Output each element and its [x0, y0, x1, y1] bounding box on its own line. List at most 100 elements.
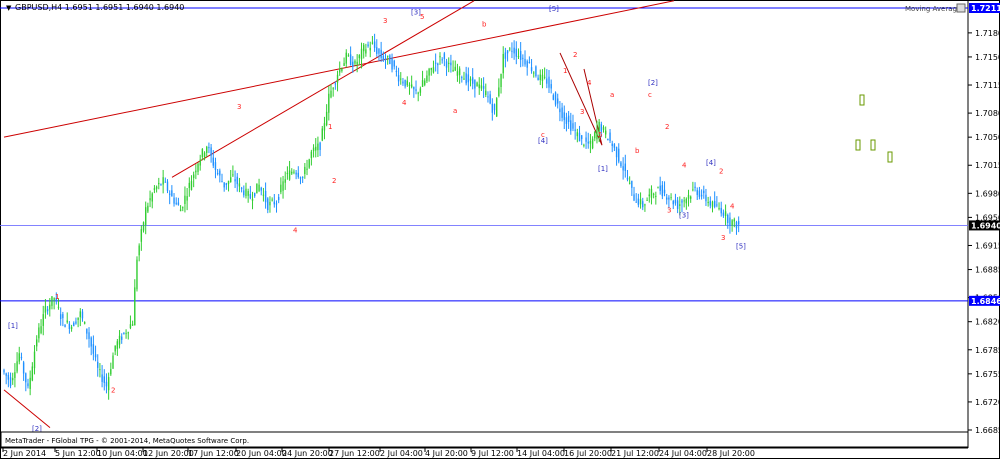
price-tag-label: 1.7211	[971, 4, 1000, 13]
candle-body	[5, 373, 7, 376]
candle-body	[339, 68, 341, 73]
candle-body	[720, 207, 722, 214]
candle-body	[517, 56, 520, 58]
price-tag-label: 1.6940	[971, 221, 1000, 230]
candle-body	[386, 55, 389, 57]
candle-body	[334, 83, 337, 85]
candle-body	[31, 366, 34, 381]
y-tick-label: 1.6785	[975, 346, 1000, 355]
candle-body	[426, 75, 428, 82]
candle-body	[64, 324, 66, 328]
candle-body	[46, 309, 49, 312]
candle-body	[424, 80, 426, 85]
candle-body	[29, 377, 31, 389]
candle-body	[472, 77, 474, 84]
candle-body	[585, 137, 587, 142]
candle-body	[16, 361, 18, 372]
candle-body	[258, 184, 260, 191]
candle-body	[9, 377, 12, 386]
candle-body	[319, 142, 321, 150]
candle-body	[114, 345, 116, 352]
candle-body	[668, 197, 670, 200]
candle-body	[293, 171, 295, 173]
candle-body	[373, 41, 376, 48]
wave-label: 3	[667, 207, 671, 215]
candle-body	[173, 197, 175, 204]
candle-body	[186, 196, 188, 201]
y-tick-label: 1.7080	[975, 109, 1000, 118]
candle-body	[463, 78, 465, 80]
candle-body	[646, 199, 648, 201]
chart-menu-icon: ▼	[6, 4, 12, 12]
candle-body	[441, 59, 443, 61]
dropdown-arrow-icon[interactable]	[956, 3, 966, 13]
wave-label: c	[648, 91, 652, 99]
candle-body	[550, 84, 552, 89]
candle-body	[134, 287, 136, 326]
candle-body	[105, 381, 108, 387]
candle-body	[679, 204, 681, 206]
candle-body	[345, 52, 347, 64]
candle-body	[125, 333, 127, 335]
candle-body	[123, 332, 125, 334]
wave-label: 4	[293, 227, 298, 235]
candle-body	[97, 361, 99, 368]
candle-body	[735, 222, 738, 229]
candle-body	[432, 67, 435, 73]
candle-body	[70, 327, 73, 329]
candle-body	[519, 51, 522, 60]
candle-body	[611, 143, 613, 146]
candle-body	[243, 190, 245, 196]
candle-body	[731, 220, 733, 226]
candle-body	[234, 179, 236, 182]
candle-body	[380, 49, 382, 58]
candle-body	[607, 138, 609, 141]
y-tick-label: 1.6820	[975, 318, 1000, 327]
candle-body	[219, 170, 221, 176]
candle-body	[92, 344, 95, 354]
candle-body	[332, 88, 334, 90]
candle-body	[376, 47, 378, 54]
x-tick-label: 9 Jul 12:00	[471, 449, 514, 458]
candle-body	[698, 190, 701, 197]
candle-body	[389, 55, 391, 65]
x-tick-label: 16 Jul 20:00	[564, 449, 612, 458]
candle-body	[543, 76, 546, 78]
price-chart[interactable]: 1.7180 1.7150 1.7115 1.7080 1.7050 1.7015 1.69…	[0, 0, 1000, 459]
candle-body	[192, 174, 195, 179]
candle-body	[609, 132, 611, 142]
x-tick-label: 5 Jun 12:00	[55, 449, 101, 458]
x-tick-label: 2 Jul 04:00	[380, 449, 423, 458]
candle-body	[663, 189, 666, 194]
wave-label: 5	[420, 13, 424, 21]
candle-body	[103, 376, 105, 383]
candle-body	[138, 245, 140, 256]
y-tick-label: 1.6915	[975, 241, 1000, 250]
candle-body	[718, 208, 720, 210]
candle-body	[116, 341, 119, 349]
candle-body	[674, 199, 677, 204]
candle-body	[400, 78, 402, 80]
candle-body	[118, 335, 121, 345]
candle-body	[145, 207, 147, 225]
wave-label: 4	[682, 162, 687, 170]
candle-body	[142, 222, 145, 231]
candle-body	[282, 181, 284, 191]
candle-body	[530, 67, 533, 72]
candle-body	[515, 48, 517, 57]
candle-body	[51, 296, 53, 306]
x-tick-label: 21 Jul 12:00	[611, 449, 659, 458]
candle-body	[487, 96, 489, 98]
candle-body	[709, 201, 712, 206]
candle-body	[221, 181, 223, 183]
candle-body	[502, 53, 504, 74]
candle-body	[301, 176, 304, 178]
candle-body	[79, 311, 81, 318]
candle-body	[214, 162, 217, 170]
candle-body	[121, 336, 123, 340]
candle-body	[269, 201, 271, 206]
candle-body	[509, 48, 511, 50]
wave-label: 4	[730, 203, 735, 211]
candle-body	[430, 68, 432, 70]
candle-body	[275, 203, 278, 205]
